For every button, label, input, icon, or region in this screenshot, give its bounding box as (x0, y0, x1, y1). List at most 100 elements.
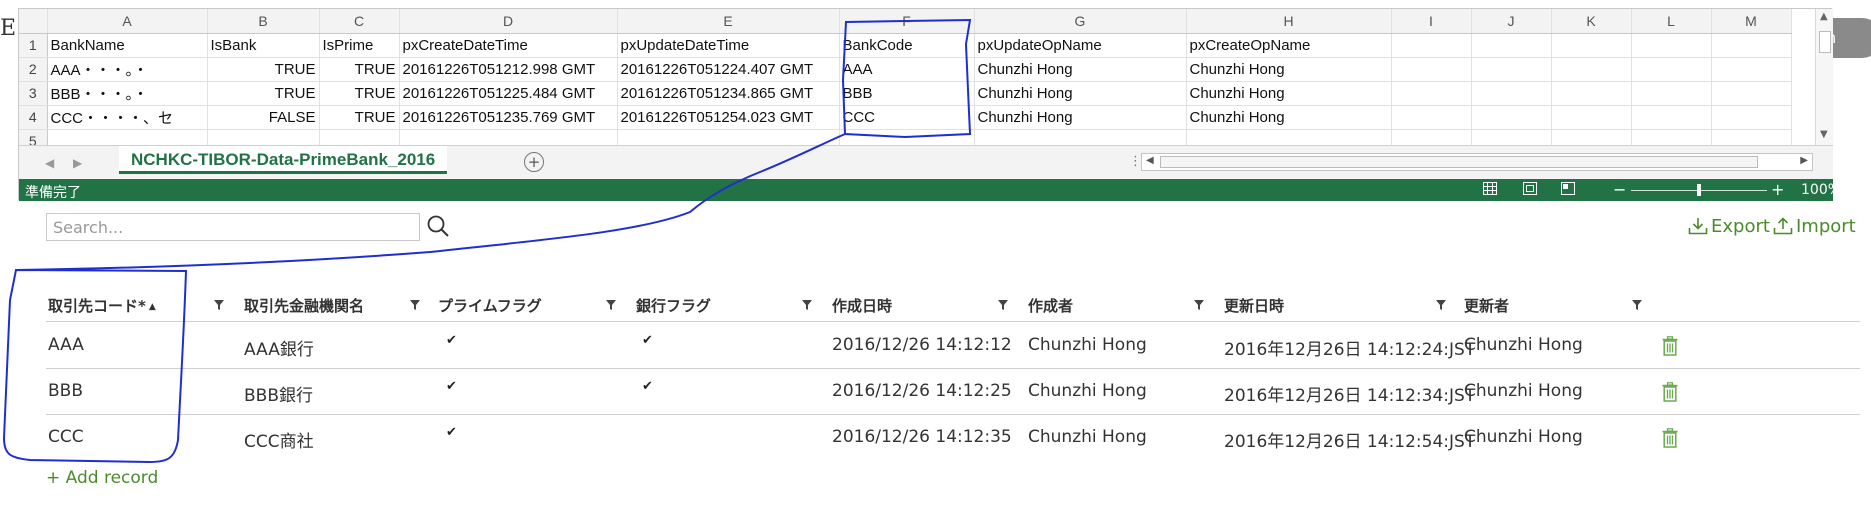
column-letter[interactable]: L (1631, 9, 1712, 34)
spreadsheet-cell[interactable] (1471, 33, 1552, 58)
spreadsheet-cell[interactable]: IsPrime (319, 33, 400, 58)
spreadsheet-cell[interactable]: Chunzhi Hong (974, 81, 1187, 106)
spreadsheet-cell[interactable]: 20161226T051234.865 GMT (617, 81, 840, 106)
spreadsheet-cell[interactable]: pxUpdateDateTime (617, 33, 840, 58)
zoom-level-text[interactable]: 100% (1801, 182, 1841, 198)
filter-icon[interactable] (214, 300, 224, 310)
column-letter[interactable]: A (47, 9, 208, 34)
spreadsheet-cell[interactable] (1186, 129, 1392, 145)
spreadsheet-cell[interactable] (1471, 57, 1552, 82)
column-header-prime-flag[interactable]: プライムフラグ (438, 295, 542, 316)
spreadsheet-cell[interactable] (1631, 57, 1712, 82)
spreadsheet-cell[interactable]: TRUE (207, 57, 320, 82)
spreadsheet-cell[interactable] (1711, 57, 1792, 82)
add-record-link[interactable]: + Add record (46, 468, 158, 488)
spreadsheet-cell[interactable]: AAA・・・。・ (47, 57, 208, 82)
spreadsheet-cell[interactable] (1551, 105, 1632, 130)
filter-icon[interactable] (606, 300, 616, 310)
spreadsheet-cell[interactable] (319, 129, 400, 145)
spreadsheet-cell[interactable]: BBB (839, 81, 975, 106)
spreadsheet-cell[interactable]: 20161226T051235.769 GMT (399, 105, 618, 130)
vertical-scrollbar[interactable]: ▲ ▼ (1815, 9, 1833, 145)
filter-icon[interactable] (1436, 300, 1446, 310)
spreadsheet-cell[interactable]: TRUE (319, 105, 400, 130)
spreadsheet-cell[interactable] (839, 129, 975, 145)
add-sheet-icon[interactable]: + (524, 152, 544, 172)
scroll-down-icon[interactable]: ▼ (1820, 129, 1828, 140)
scrollbar-thumb[interactable] (1819, 31, 1831, 53)
spreadsheet-cell[interactable]: CCC・・・・、セ (47, 105, 208, 130)
column-letter[interactable]: F (839, 9, 975, 34)
spreadsheet-cell[interactable]: CCC (839, 105, 975, 130)
spreadsheet-cell[interactable] (1711, 105, 1792, 130)
column-header-code[interactable]: 取引先コード* ▲ (48, 295, 156, 316)
page-layout-view-icon[interactable] (1523, 182, 1537, 199)
zoom-in-button[interactable]: + (1771, 180, 1784, 199)
spreadsheet-cell[interactable] (399, 129, 618, 145)
sheet-next-icon[interactable]: ▶ (73, 156, 82, 170)
spreadsheet-cell[interactable] (1551, 129, 1632, 145)
sort-ascending-icon[interactable]: ▲ (149, 302, 156, 312)
row-number[interactable]: 1 (19, 33, 48, 58)
search-input[interactable]: Search... (46, 213, 420, 241)
spreadsheet-cell[interactable] (1711, 129, 1792, 145)
spreadsheet-cell[interactable] (1471, 129, 1552, 145)
column-letter[interactable]: D (399, 9, 618, 34)
trash-icon[interactable] (1662, 336, 1678, 356)
spreadsheet-cell[interactable]: Chunzhi Hong (1186, 57, 1392, 82)
column-letter[interactable]: H (1186, 9, 1392, 34)
spreadsheet-cell[interactable] (1391, 57, 1472, 82)
spreadsheet-cell[interactable]: BankName (47, 33, 208, 58)
spreadsheet-cell[interactable] (1391, 81, 1472, 106)
spreadsheet-cell[interactable] (1471, 105, 1552, 130)
row-number[interactable]: 2 (19, 57, 48, 82)
zoom-out-button[interactable]: − (1613, 180, 1626, 199)
zoom-slider-knob[interactable] (1697, 184, 1701, 196)
spreadsheet-cell[interactable]: BankCode (839, 33, 975, 58)
spreadsheet-cell[interactable] (974, 129, 1187, 145)
column-letter[interactable]: J (1471, 9, 1552, 34)
spreadsheet-cell[interactable] (1711, 81, 1792, 106)
scroll-left-icon[interactable]: ◀ (1146, 155, 1154, 166)
spreadsheet-grid[interactable]: A B C D E F G H I J K L M 1 BankName IsBank IsPrime pxCre… (19, 9, 1815, 145)
column-letter[interactable]: E (617, 9, 840, 34)
spreadsheet-cell[interactable] (1551, 81, 1632, 106)
spreadsheet-cell[interactable]: TRUE (319, 81, 400, 106)
scroll-right-icon[interactable]: ▶ (1800, 155, 1808, 166)
column-header-creator[interactable]: 作成者 (1028, 295, 1073, 316)
spreadsheet-cell[interactable]: IsBank (207, 33, 320, 58)
filter-icon[interactable] (1194, 300, 1204, 310)
spreadsheet-cell[interactable]: Chunzhi Hong (974, 105, 1187, 130)
spreadsheet-cell[interactable] (1631, 105, 1712, 130)
scroll-up-icon[interactable]: ▲ (1820, 11, 1828, 22)
row-number[interactable]: 5 (19, 129, 48, 145)
filter-icon[interactable] (998, 300, 1008, 310)
column-header-updated-at[interactable]: 更新日時 (1224, 295, 1284, 316)
spreadsheet-cell[interactable]: TRUE (319, 57, 400, 82)
spreadsheet-cell[interactable]: Chunzhi Hong (1186, 81, 1392, 106)
row-number[interactable]: 4 (19, 105, 48, 130)
column-letter[interactable]: I (1391, 9, 1472, 34)
search-icon[interactable] (425, 213, 451, 239)
trash-icon[interactable] (1662, 382, 1678, 402)
spreadsheet-cell[interactable]: Chunzhi Hong (974, 57, 1187, 82)
spreadsheet-cell[interactable] (617, 129, 840, 145)
spreadsheet-cell[interactable]: pxUpdateOpName (974, 33, 1187, 58)
spreadsheet-cell[interactable] (207, 129, 320, 145)
spreadsheet-cell[interactable] (1631, 129, 1712, 145)
spreadsheet-cell[interactable]: TRUE (207, 81, 320, 106)
spreadsheet-cell[interactable]: pxCreateDateTime (399, 33, 618, 58)
normal-view-icon[interactable] (1483, 182, 1497, 199)
spreadsheet-cell[interactable] (1391, 33, 1472, 58)
column-letter[interactable]: B (207, 9, 320, 34)
spreadsheet-cell[interactable] (1391, 105, 1472, 130)
spreadsheet-cell[interactable] (1471, 81, 1552, 106)
column-header-bank-flag[interactable]: 銀行フラグ (636, 295, 711, 316)
page-break-view-icon[interactable] (1561, 182, 1575, 199)
spreadsheet-cell[interactable]: BBB・・・。・ (47, 81, 208, 106)
spreadsheet-cell[interactable] (1391, 129, 1472, 145)
filter-icon[interactable] (1632, 300, 1642, 310)
spreadsheet-cell[interactable] (1711, 33, 1792, 58)
filter-icon[interactable] (802, 300, 812, 310)
spreadsheet-cell[interactable]: AAA (839, 57, 975, 82)
